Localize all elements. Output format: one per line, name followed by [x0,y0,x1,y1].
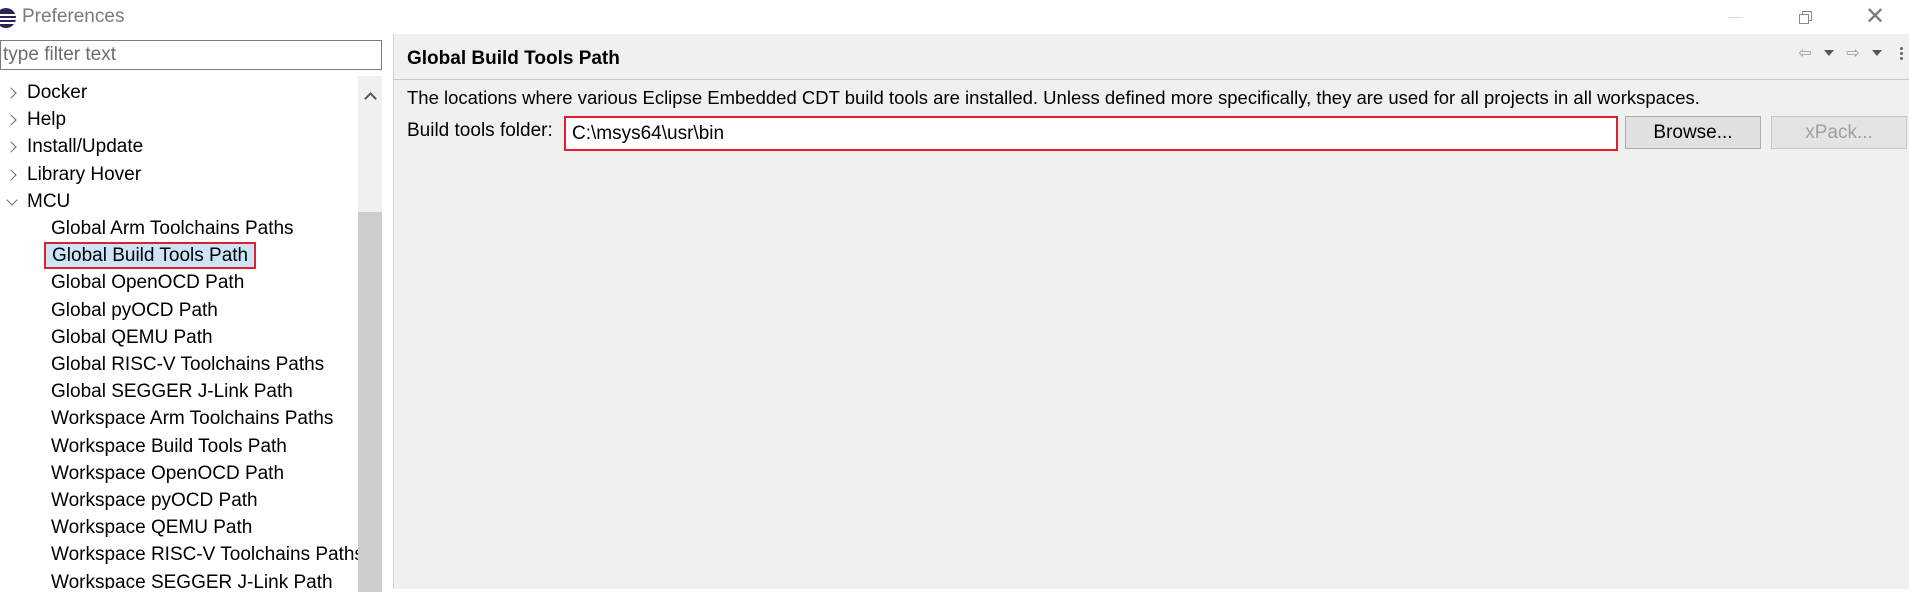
tree-item[interactable]: Global pyOCD Path [0,297,358,324]
tree-item[interactable]: Global OpenOCD Path [0,269,358,296]
tree-item[interactable]: Docker [0,79,358,106]
tree-item-label: Global Build Tools Path [44,242,257,269]
forward-history-dropdown[interactable] [1866,41,1888,65]
back-arrow-icon[interactable]: ⇦ [1794,41,1816,65]
tree-item-label: MCU [27,191,71,212]
tree-item-label: Global OpenOCD Path [51,272,245,293]
tree-item[interactable]: Install/Update [0,133,358,160]
title-separator [394,79,1909,80]
back-history-dropdown[interactable] [1818,41,1840,65]
page-description: The locations where various Eclipse Embe… [407,87,1700,108]
tree-item[interactable]: Global SEGGER J-Link Path [0,378,358,405]
tree-item-label: Library Hover [27,164,142,185]
tree-item-label: Global SEGGER J-Link Path [51,381,293,402]
tree-item-label: Install/Update [27,136,144,157]
tree-item-label: Workspace pyOCD Path [51,490,258,511]
forward-arrow-icon[interactable]: ⇨ [1842,41,1864,65]
tree-item-label: Workspace RISC-V Toolchains Paths [51,544,358,565]
chevron-down-icon [6,193,18,206]
filter-input[interactable] [0,40,382,70]
page-toolbar: ⇦ ⇨ [1794,41,1909,65]
preferences-navigation: Docker Help Install/Update Library Hover MCU… [0,34,393,592]
scroll-thumb[interactable] [358,212,382,592]
tree-item[interactable]: Global Arm Toolchains Paths [0,215,358,242]
tree-item-label: Docker [27,82,88,103]
build-tools-folder-label: Build tools folder: [407,120,553,141]
preference-page: Global Build Tools Path ⇦ ⇨ The location… [394,34,1909,589]
tree-item[interactable]: Workspace SEGGER J-Link Path [0,569,358,589]
chevron-right-icon [5,86,17,99]
tree-item[interactable]: Global QEMU Path [0,324,358,351]
chevron-up-icon [363,92,377,105]
collapse-toggle[interactable] [4,133,20,160]
tree-scrollbar[interactable] [358,76,382,592]
tree-item-label: Workspace Arm Toolchains Paths [51,408,334,429]
chevron-down-icon [1824,50,1834,56]
eclipse-icon [0,8,16,28]
close-icon: ✕ [1864,3,1886,30]
expand-toggle[interactable] [4,188,20,215]
restore-icon [1798,10,1812,24]
restore-button[interactable] [1780,0,1830,34]
chevron-down-icon [1872,50,1882,56]
page-title: Global Build Tools Path [407,48,620,69]
chevron-right-icon [5,140,17,153]
tree-item[interactable]: Global Build Tools Path [0,242,358,269]
tree-item[interactable]: Workspace OpenOCD Path [0,460,358,487]
tree-item[interactable]: MCU [0,188,358,215]
tree-item[interactable]: Workspace QEMU Path [0,514,358,541]
collapse-toggle[interactable] [4,106,20,133]
tree-item[interactable]: Workspace RISC-V Toolchains Paths [0,541,358,568]
window-title: Preferences [22,6,125,27]
tree-item-label: Workspace SEGGER J-Link Path [51,572,333,589]
tree-item[interactable]: Workspace pyOCD Path [0,487,358,514]
close-button[interactable]: ✕ [1850,0,1900,34]
title-bar: Preferences ✕ [0,0,1909,34]
tree-item-label: Workspace OpenOCD Path [51,463,285,484]
tree-item-label: Global RISC-V Toolchains Paths [51,354,325,375]
collapse-toggle[interactable] [4,79,20,106]
chevron-right-icon [5,168,17,181]
tree-item-label: Workspace Build Tools Path [51,436,287,457]
preference-tree: Docker Help Install/Update Library Hover MCU… [0,76,358,589]
browse-button[interactable]: Browse... [1625,116,1761,149]
tree-item[interactable]: Library Hover [0,161,358,188]
tree-item-label: Global pyOCD Path [51,300,218,321]
tree-item-label: Help [27,109,67,130]
tree-item-label: Workspace QEMU Path [51,517,253,538]
tree-item-label: Global Arm Toolchains Paths [51,218,294,239]
tree-item[interactable]: Help [0,106,358,133]
chevron-right-icon [5,113,17,126]
tree-item-label: Global QEMU Path [51,327,213,348]
view-menu-icon[interactable] [1890,41,1909,65]
tree-item[interactable]: Global RISC-V Toolchains Paths [0,351,358,378]
tree-item[interactable]: Workspace Arm Toolchains Paths [0,405,358,432]
tree-item[interactable]: Workspace Build Tools Path [0,433,358,460]
scroll-up-button[interactable] [358,76,382,116]
xpack-button[interactable]: xPack... [1771,116,1907,149]
build-tools-folder-input[interactable] [564,116,1618,151]
minimize-icon [1728,16,1742,18]
collapse-toggle[interactable] [4,161,20,188]
minimize-button[interactable] [1710,0,1760,34]
